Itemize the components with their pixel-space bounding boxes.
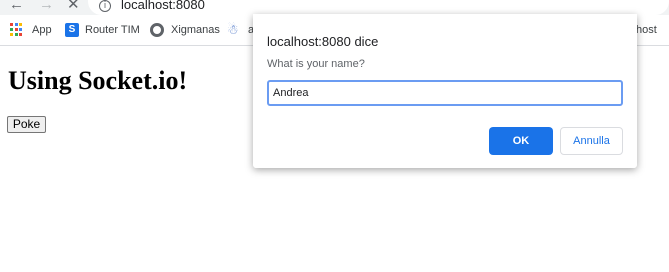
cancel-button[interactable]: Annulla: [560, 127, 623, 155]
dialog-title: localhost:8080 dice: [267, 34, 379, 49]
stop-icon[interactable]: ✕: [67, 0, 80, 13]
browser-toolbar: ← → ✕ i localhost:8080: [0, 0, 669, 15]
forward-arrow-icon[interactable]: →: [39, 0, 54, 13]
ok-button[interactable]: OK: [489, 127, 553, 155]
bookmark-router-tim[interactable]: Router TIM: [85, 24, 140, 36]
router-icon[interactable]: S: [65, 23, 79, 37]
poke-button[interactable]: Poke: [7, 116, 46, 133]
back-arrow-icon[interactable]: ←: [9, 0, 24, 13]
prompt-dialog: localhost:8080 dice What is your name? O…: [253, 14, 637, 168]
bookmark-host[interactable]: host: [636, 24, 657, 36]
name-input[interactable]: [267, 80, 623, 106]
network-icon[interactable]: ☃: [227, 23, 241, 37]
apps-grid-icon[interactable]: [10, 23, 24, 37]
dialog-prompt: What is your name?: [267, 58, 365, 70]
info-icon[interactable]: i: [99, 0, 111, 12]
xigmanas-icon[interactable]: [150, 23, 164, 37]
bookmark-xigmanas[interactable]: Xigmanas: [171, 24, 220, 36]
url-text[interactable]: localhost:8080: [121, 0, 205, 12]
address-bar[interactable]: i localhost:8080: [88, 0, 669, 15]
browser-window: ← → ✕ i localhost:8080 App S Router TIM …: [0, 0, 669, 272]
page-title: Using Socket.io!: [8, 66, 188, 95]
bookmark-app[interactable]: App: [32, 24, 52, 36]
